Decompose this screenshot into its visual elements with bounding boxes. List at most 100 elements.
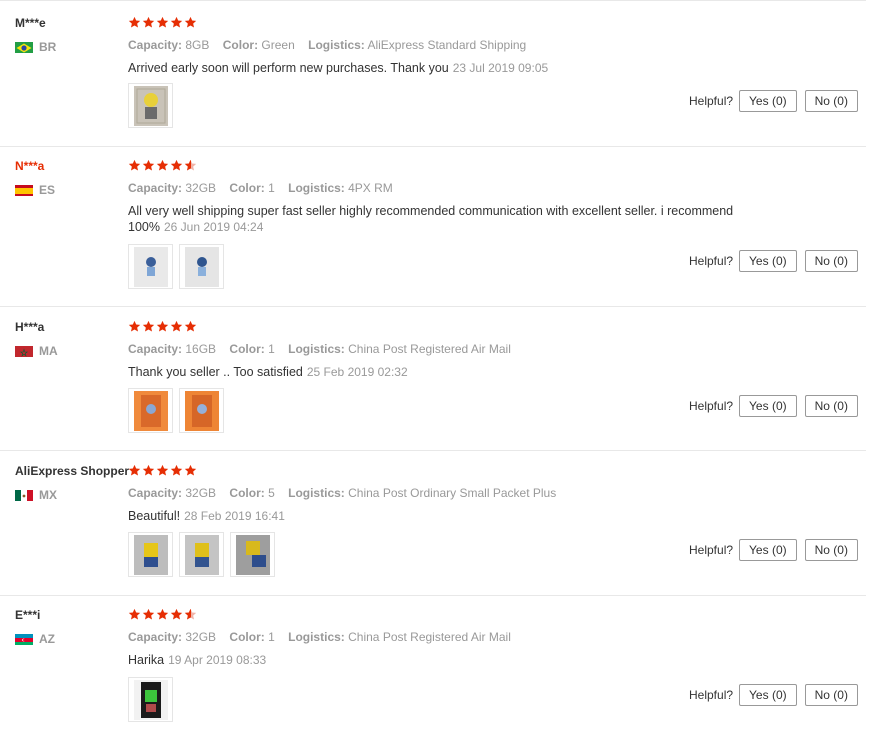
- rating-stars: [128, 608, 198, 621]
- helpful-label: Helpful?: [689, 688, 734, 702]
- star-icon: [142, 608, 155, 621]
- order-info: Capacity: 16GB Color: 1 Logistics: China…: [128, 342, 521, 356]
- divider: [0, 450, 866, 451]
- review-list: M***e BR Capacity: 8GB Color: Green Logi…: [0, 0, 884, 729]
- helpful-yes-button[interactable]: Yes (0): [739, 395, 797, 417]
- capacity-value: 8GB: [185, 38, 210, 52]
- reviewer-name: M***e: [15, 16, 46, 30]
- capacity-label: Capacity:: [128, 630, 183, 644]
- half-star-icon: [184, 608, 197, 621]
- reviewer-country: AZ: [15, 632, 55, 646]
- reviewer-country: ES: [15, 183, 55, 197]
- star-icon: [184, 16, 197, 29]
- review-date: 19 Apr 2019 08:33: [168, 653, 267, 667]
- capacity-value: 32GB: [185, 181, 217, 195]
- reviewer-name: AliExpress Shopper: [15, 464, 130, 478]
- helpful-vote: Helpful? Yes (0) No (0): [689, 539, 866, 561]
- review-photo-thumbnail[interactable]: [128, 388, 173, 433]
- order-info: Capacity: 32GB Color: 1 Logistics: China…: [128, 630, 521, 644]
- star-icon: [170, 16, 183, 29]
- divider: [0, 146, 866, 147]
- country-code: BR: [39, 40, 57, 54]
- color-value: 1: [268, 342, 275, 356]
- helpful-yes-button[interactable]: Yes (0): [739, 90, 797, 112]
- star-icon: [156, 159, 169, 172]
- star-icon: [128, 608, 141, 621]
- review-photo-thumbnail[interactable]: [128, 677, 173, 722]
- review-text: Thank you seller .. Too satisfied 25 Feb …: [128, 364, 768, 380]
- helpful-label: Helpful?: [689, 543, 734, 557]
- helpful-yes-button[interactable]: Yes (0): [739, 539, 797, 561]
- star-icon: [128, 16, 141, 29]
- color-label: Color:: [229, 342, 265, 356]
- review-text: Arrived early soon will perform new purc…: [128, 60, 768, 76]
- reviewer-name: N***a: [15, 159, 45, 173]
- review-photo-thumbnail[interactable]: [179, 532, 224, 577]
- star-icon: [184, 320, 197, 333]
- review-photos: [128, 244, 230, 289]
- rating-stars: [128, 16, 198, 29]
- capacity-label: Capacity:: [128, 181, 183, 195]
- review-text: Beautiful! 28 Feb 2019 16:41: [128, 508, 768, 524]
- helpful-vote: Helpful? Yes (0) No (0): [689, 395, 866, 417]
- flag-brazil-icon: [15, 41, 33, 53]
- helpful-yes-button[interactable]: Yes (0): [739, 250, 797, 272]
- helpful-vote: Helpful? Yes (0) No (0): [689, 250, 866, 272]
- capacity-value: 32GB: [185, 486, 217, 500]
- color-value: 1: [268, 181, 275, 195]
- logistics-value: 4PX RM: [348, 181, 393, 195]
- divider: [0, 0, 866, 1]
- review-photo-thumbnail[interactable]: [128, 83, 173, 128]
- divider: [0, 306, 866, 307]
- review-photo-thumbnail[interactable]: [179, 388, 224, 433]
- rating-stars: [128, 159, 198, 172]
- capacity-label: Capacity:: [128, 342, 183, 356]
- star-icon: [142, 320, 155, 333]
- reviewer-country: MX: [15, 488, 57, 502]
- capacity-label: Capacity:: [128, 38, 183, 52]
- review-photo-thumbnail[interactable]: [230, 532, 275, 577]
- logistics-value: AliExpress Standard Shipping: [367, 38, 527, 52]
- helpful-no-button[interactable]: No (0): [804, 684, 858, 706]
- logistics-label: Logistics:: [288, 342, 345, 356]
- review-text: Harika 19 Apr 2019 08:33: [128, 652, 768, 668]
- reviewer-name: H***a: [15, 320, 45, 334]
- star-icon: [184, 464, 197, 477]
- review-photos: [128, 83, 179, 128]
- review-body: Harika: [128, 653, 165, 667]
- helpful-no-button[interactable]: No (0): [804, 539, 858, 561]
- rating-stars: [128, 464, 198, 477]
- review-date: 26 Jun 2019 04:24: [163, 220, 264, 234]
- review-photo-thumbnail[interactable]: [179, 244, 224, 289]
- color-value: 1: [268, 630, 275, 644]
- color-label: Color:: [229, 181, 265, 195]
- star-icon: [170, 159, 183, 172]
- star-icon: [142, 16, 155, 29]
- review-photo-thumbnail[interactable]: [128, 244, 173, 289]
- star-icon: [170, 608, 183, 621]
- helpful-label: Helpful?: [689, 399, 734, 413]
- helpful-no-button[interactable]: No (0): [804, 250, 858, 272]
- color-value: Green: [261, 38, 295, 52]
- star-icon: [156, 16, 169, 29]
- star-icon: [142, 159, 155, 172]
- helpful-label: Helpful?: [689, 94, 734, 108]
- helpful-no-button[interactable]: No (0): [804, 395, 858, 417]
- logistics-label: Logistics:: [288, 181, 345, 195]
- flag-spain-icon: [15, 184, 33, 196]
- color-label: Color:: [229, 630, 265, 644]
- review-photos: [128, 532, 281, 577]
- review-photos: [128, 388, 230, 433]
- color-value: 5: [268, 486, 275, 500]
- star-icon: [128, 464, 141, 477]
- helpful-yes-button[interactable]: Yes (0): [739, 684, 797, 706]
- star-icon: [128, 320, 141, 333]
- review-photo-thumbnail[interactable]: [128, 532, 173, 577]
- half-star-icon: [184, 159, 197, 172]
- color-label: Color:: [229, 486, 265, 500]
- capacity-value: 16GB: [185, 342, 217, 356]
- country-code: ES: [39, 183, 56, 197]
- country-code: AZ: [39, 632, 55, 646]
- helpful-no-button[interactable]: No (0): [804, 90, 858, 112]
- logistics-value: China Post Registered Air Mail: [348, 630, 511, 644]
